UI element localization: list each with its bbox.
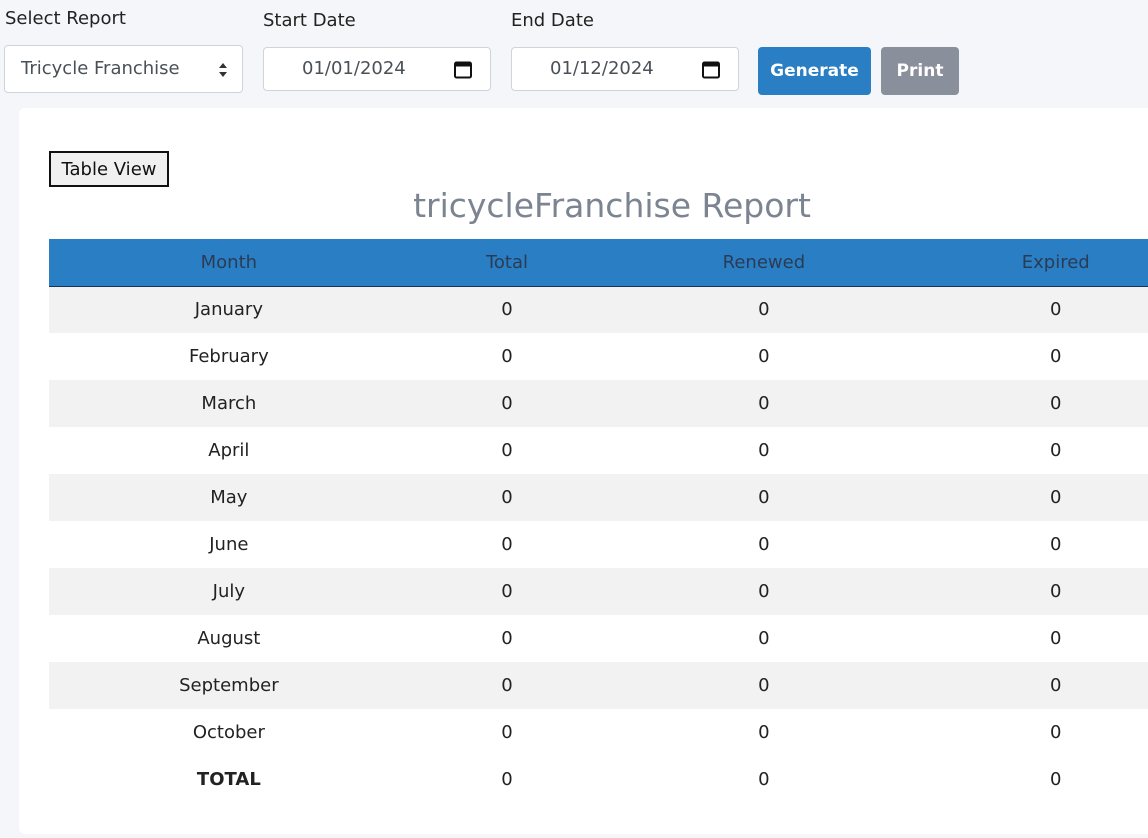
- renewed-cell: 0: [605, 380, 923, 427]
- expired-cell: 0: [922, 709, 1148, 756]
- expired-cell: 0: [922, 380, 1148, 427]
- expired-cell: 0: [922, 521, 1148, 568]
- table-row: February 0 0 0: [49, 333, 1148, 380]
- table-row: June 0 0 0: [49, 521, 1148, 568]
- table-row: August 0 0 0: [49, 615, 1148, 662]
- expired-cell: 0: [922, 568, 1148, 615]
- sort-caret-icon: [219, 63, 227, 77]
- total-row: TOTAL 0 0 0: [49, 756, 1148, 803]
- month-cell: June: [49, 521, 409, 568]
- total-cell: 0: [408, 521, 606, 568]
- calendar-icon[interactable]: [702, 60, 720, 79]
- expired-cell: 0: [922, 333, 1148, 380]
- total-cell: 0: [408, 286, 606, 333]
- renewed-cell: 0: [605, 615, 923, 662]
- column-header-expired: Expired: [922, 239, 1148, 287]
- renewed-cell: 0: [605, 662, 923, 709]
- table-row: October 0 0 0: [49, 709, 1148, 756]
- print-button[interactable]: Print: [881, 47, 959, 95]
- table-row: April 0 0 0: [49, 427, 1148, 474]
- expired-cell: 0: [922, 474, 1148, 521]
- column-header-renewed: Renewed: [605, 239, 923, 287]
- table-row: January 0 0 0: [49, 286, 1148, 333]
- report-table: Month Total Renewed Expired January 0 0 …: [49, 239, 1148, 803]
- end-date-label: End Date: [511, 10, 594, 31]
- renewed-cell: 0: [605, 333, 923, 380]
- calendar-icon[interactable]: [454, 60, 472, 79]
- report-select[interactable]: Tricycle Franchise: [4, 45, 243, 93]
- total-cell: 0: [408, 427, 606, 474]
- renewed-cell: 0: [605, 474, 923, 521]
- month-cell: July: [49, 568, 409, 615]
- total-cell: 0: [408, 756, 606, 803]
- expired-cell: 0: [922, 756, 1148, 803]
- total-cell: 0: [408, 333, 606, 380]
- table-row: July 0 0 0: [49, 568, 1148, 615]
- table-row: September 0 0 0: [49, 662, 1148, 709]
- renewed-cell: 0: [605, 709, 923, 756]
- total-cell: 0: [408, 662, 606, 709]
- report-select-value: Tricycle Franchise: [21, 58, 180, 79]
- table-view-button[interactable]: Table View: [49, 151, 169, 187]
- end-date-value: 01/12/2024: [550, 58, 654, 79]
- month-cell: April: [49, 427, 409, 474]
- column-header-total: Total: [408, 239, 606, 287]
- column-header-month: Month: [49, 239, 409, 287]
- table-header-row: Month Total Renewed Expired: [49, 239, 1148, 287]
- month-cell: March: [49, 380, 409, 427]
- renewed-cell: 0: [605, 756, 923, 803]
- total-cell: 0: [408, 568, 606, 615]
- month-cell: August: [49, 615, 409, 662]
- expired-cell: 0: [922, 427, 1148, 474]
- total-label: TOTAL: [49, 756, 409, 803]
- start-date-value: 01/01/2024: [302, 58, 406, 79]
- expired-cell: 0: [922, 286, 1148, 333]
- month-cell: January: [49, 286, 409, 333]
- expired-cell: 0: [922, 615, 1148, 662]
- renewed-cell: 0: [605, 427, 923, 474]
- report-title: tricycleFranchise Report: [413, 186, 811, 225]
- month-cell: September: [49, 662, 409, 709]
- total-cell: 0: [408, 380, 606, 427]
- report-card: Table View tricycleFranchise Report Mont…: [19, 108, 1148, 834]
- renewed-cell: 0: [605, 521, 923, 568]
- month-cell: February: [49, 333, 409, 380]
- generate-button[interactable]: Generate: [758, 47, 871, 95]
- report-filter-bar: Select Report Start Date End Date Tricyc…: [0, 0, 1148, 100]
- total-cell: 0: [408, 474, 606, 521]
- start-date-label: Start Date: [263, 10, 356, 31]
- select-report-label: Select Report: [5, 8, 126, 29]
- end-date-input[interactable]: 01/12/2024: [511, 47, 739, 91]
- expired-cell: 0: [922, 662, 1148, 709]
- month-cell: May: [49, 474, 409, 521]
- table-row: March 0 0 0: [49, 380, 1148, 427]
- renewed-cell: 0: [605, 286, 923, 333]
- total-cell: 0: [408, 615, 606, 662]
- start-date-input[interactable]: 01/01/2024: [263, 47, 491, 91]
- month-cell: October: [49, 709, 409, 756]
- renewed-cell: 0: [605, 568, 923, 615]
- total-cell: 0: [408, 709, 606, 756]
- table-row: May 0 0 0: [49, 474, 1148, 521]
